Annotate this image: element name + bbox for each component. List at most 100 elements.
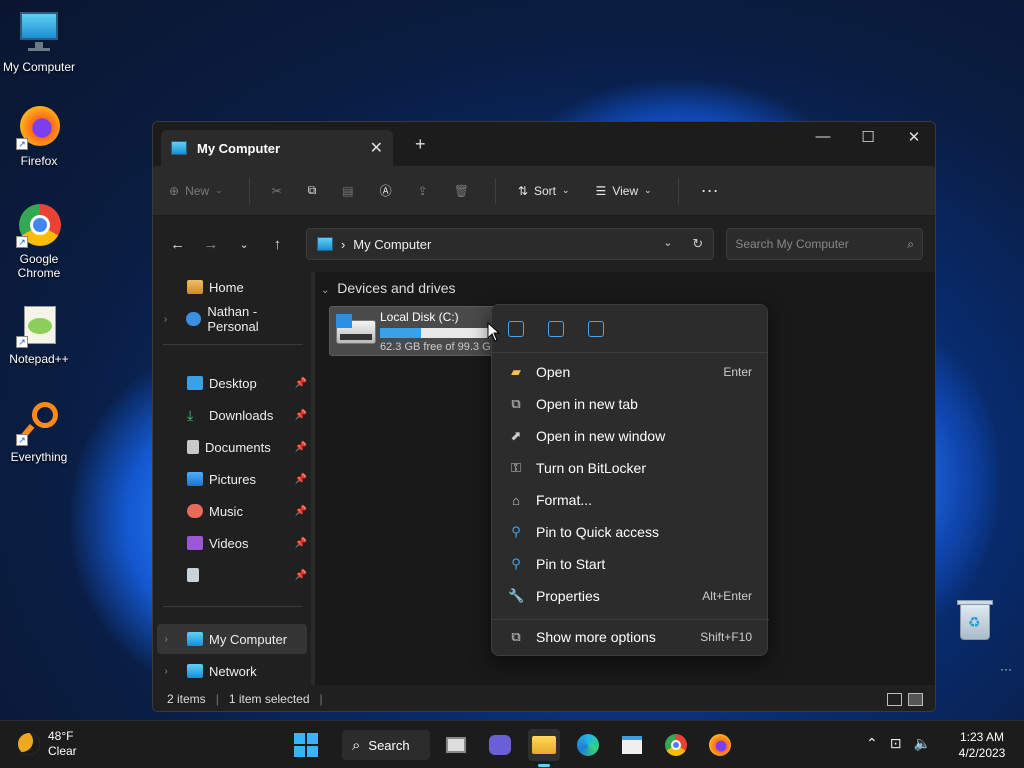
sidebar-item-network[interactable]: › Network <box>157 656 307 686</box>
menu-item-label: Show more options <box>536 629 656 645</box>
copy-icon[interactable] <box>508 320 524 337</box>
chevron-right-icon[interactable]: › <box>157 314 174 325</box>
desktop-icon-notepad-plus-plus[interactable]: ↗ Notepad++ <box>0 302 78 366</box>
minimize-button[interactable]: — <box>808 128 838 145</box>
edge-taskbar-button[interactable] <box>572 729 604 761</box>
menu-item-show-more-options[interactable]: ⧉ Show more options Shift+F10 <box>496 622 764 652</box>
share-button[interactable]: ⇪ <box>418 184 428 198</box>
view-button[interactable]: ☰ View ⌄ <box>596 184 652 198</box>
trash-icon: 🗑 <box>453 183 469 198</box>
desktop-icon-label: Firefox <box>20 154 58 168</box>
details-view-icon[interactable] <box>887 692 902 706</box>
chevron-down-icon: ⌄ <box>215 185 223 195</box>
maximize-button[interactable]: ☐ <box>853 128 883 146</box>
paste-button[interactable]: ▤ <box>342 184 353 198</box>
shortcut-arrow-icon: ↗ <box>16 138 28 150</box>
close-tab-icon[interactable]: ✕ <box>370 138 383 158</box>
desktop-icon-google-chrome[interactable]: ↗ Google Chrome <box>0 202 78 280</box>
desktop-icon-label: My Computer <box>2 60 76 74</box>
menu-item-pin-start[interactable]: ⚲ Pin to Start <box>496 549 764 579</box>
new-window-icon: ⬈ <box>510 428 522 443</box>
desktop-icon-everything[interactable]: ↗ Everything <box>0 400 78 464</box>
key-icon: ⚿ <box>511 460 521 475</box>
start-button[interactable] <box>290 729 322 761</box>
sidebar-item-documents[interactable]: Documents 📌 <box>157 432 307 462</box>
menu-item-pin-quick-access[interactable]: ⚲ Pin to Quick access <box>496 517 764 547</box>
sidebar-item-recycle-bin[interactable]: 📌 <box>157 560 307 590</box>
paste-icon[interactable] <box>548 320 564 337</box>
context-quick-actions <box>492 305 767 353</box>
taskbar-search-button[interactable]: ⌕ Search <box>342 730 430 760</box>
back-button[interactable]: ← <box>165 236 190 253</box>
chevron-right-icon[interactable]: › <box>157 666 175 677</box>
rename-button[interactable]: Ⓐ <box>380 182 392 199</box>
new-button[interactable]: ⊕ New ⌄ <box>169 184 223 198</box>
menu-item-bitlocker[interactable]: ⚿ Turn on BitLocker <box>496 453 764 483</box>
delete-button[interactable]: 🗑 <box>454 184 469 198</box>
store-icon <box>622 736 642 754</box>
firefox-taskbar-button[interactable] <box>704 729 736 761</box>
weather-widget[interactable]: 48°F Clear <box>18 729 77 759</box>
clock[interactable]: 1:23 AM 4/2/2023 <box>950 729 1014 761</box>
refresh-icon[interactable]: ↻ <box>692 236 703 252</box>
music-icon <box>187 504 203 518</box>
windows-logo-icon <box>294 733 318 757</box>
search-placeholder: Search My Computer <box>735 237 849 251</box>
section-header[interactable]: ⌄ Devices and drives <box>321 280 456 296</box>
cut-button[interactable]: ✂ <box>272 184 282 198</box>
recent-locations-button[interactable]: ⌄ <box>231 238 256 251</box>
chevron-up-icon[interactable]: ⌃ <box>866 735 878 752</box>
sidebar-item-label: Desktop <box>209 375 257 391</box>
monitor-icon <box>187 632 203 646</box>
volume-icon[interactable]: 🔈 <box>913 735 930 752</box>
chevron-down-icon: ⌄ <box>562 185 570 195</box>
scissors-icon: ✂ <box>271 183 282 198</box>
sidebar-item-desktop[interactable]: Desktop 📌 <box>157 368 307 398</box>
sidebar-item-home[interactable]: Home <box>157 272 307 302</box>
address-bar[interactable]: › My Computer ⌄ ↻ <box>305 228 715 260</box>
menu-item-properties[interactable]: 🔧 Properties Alt+Enter <box>496 581 764 611</box>
tab-my-computer[interactable]: My Computer ✕ <box>161 130 393 166</box>
sidebar-item-videos[interactable]: Videos 📌 <box>157 528 307 558</box>
task-view-button[interactable] <box>440 729 472 761</box>
more-icon[interactable]: ··· <box>1000 662 1012 676</box>
menu-item-open-new-tab[interactable]: ⧉ Open in new tab <box>496 389 764 419</box>
sidebar-item-downloads[interactable]: ⤓ Downloads 📌 <box>157 400 307 430</box>
sidebar-item-my-computer[interactable]: › My Computer <box>157 624 307 654</box>
drive-tile-local-disk[interactable]: Local Disk (C:) 62.3 GB free of 99.3 GB <box>329 306 505 356</box>
address-dropdown-icon[interactable]: ⌄ <box>663 236 672 252</box>
sidebar-item-onedrive[interactable]: › Nathan - Personal <box>157 304 307 334</box>
network-icon[interactable]: ⊡ <box>890 735 902 752</box>
tiles-view-icon[interactable] <box>908 692 923 706</box>
search-input[interactable]: Search My Computer ⌕ <box>726 228 923 260</box>
pin-icon: 📌 <box>294 441 307 453</box>
see-more-button[interactable]: ··· <box>701 180 719 201</box>
desktop-icon-my-computer[interactable]: My Computer <box>0 10 78 74</box>
sort-button[interactable]: ⇅ Sort ⌄ <box>518 184 570 198</box>
close-window-button[interactable]: ✕ <box>899 128 929 146</box>
file-explorer-taskbar-button[interactable] <box>528 729 560 767</box>
format-icon: ⌂ <box>512 492 520 508</box>
chevron-right-icon[interactable]: › <box>157 634 175 645</box>
store-taskbar-button[interactable] <box>616 729 648 761</box>
divider: | <box>215 692 219 706</box>
chat-button[interactable] <box>484 729 516 761</box>
menu-item-format[interactable]: ⌂ Format... <box>496 485 764 515</box>
rename-icon[interactable] <box>588 320 604 337</box>
taskbar: 48°F Clear ⌕ Search ⌃ ⊡ 🔈 1:23 AM 4/2/20… <box>0 720 1024 768</box>
view-label: View <box>612 183 639 198</box>
folder-icon <box>532 736 556 754</box>
recycle-bin-icon[interactable]: ♻ <box>956 598 994 642</box>
drive-name: Local Disk (C:) <box>379 309 459 324</box>
desktop-icon-firefox[interactable]: ↗ Firefox <box>0 104 78 168</box>
menu-item-open[interactable]: ▰ Open Enter <box>496 357 764 387</box>
sidebar-item-pictures[interactable]: Pictures 📌 <box>157 464 307 494</box>
new-tab-button[interactable]: + <box>415 134 426 155</box>
up-button[interactable]: ↑ <box>265 236 290 253</box>
chrome-taskbar-button[interactable] <box>660 729 692 761</box>
address-path: My Computer <box>353 236 432 252</box>
copy-button[interactable]: ⧉ <box>308 183 317 198</box>
forward-button[interactable]: → <box>198 236 223 253</box>
sidebar-item-music[interactable]: Music 📌 <box>157 496 307 526</box>
menu-item-open-new-window[interactable]: ⬈ Open in new window <box>496 421 764 451</box>
